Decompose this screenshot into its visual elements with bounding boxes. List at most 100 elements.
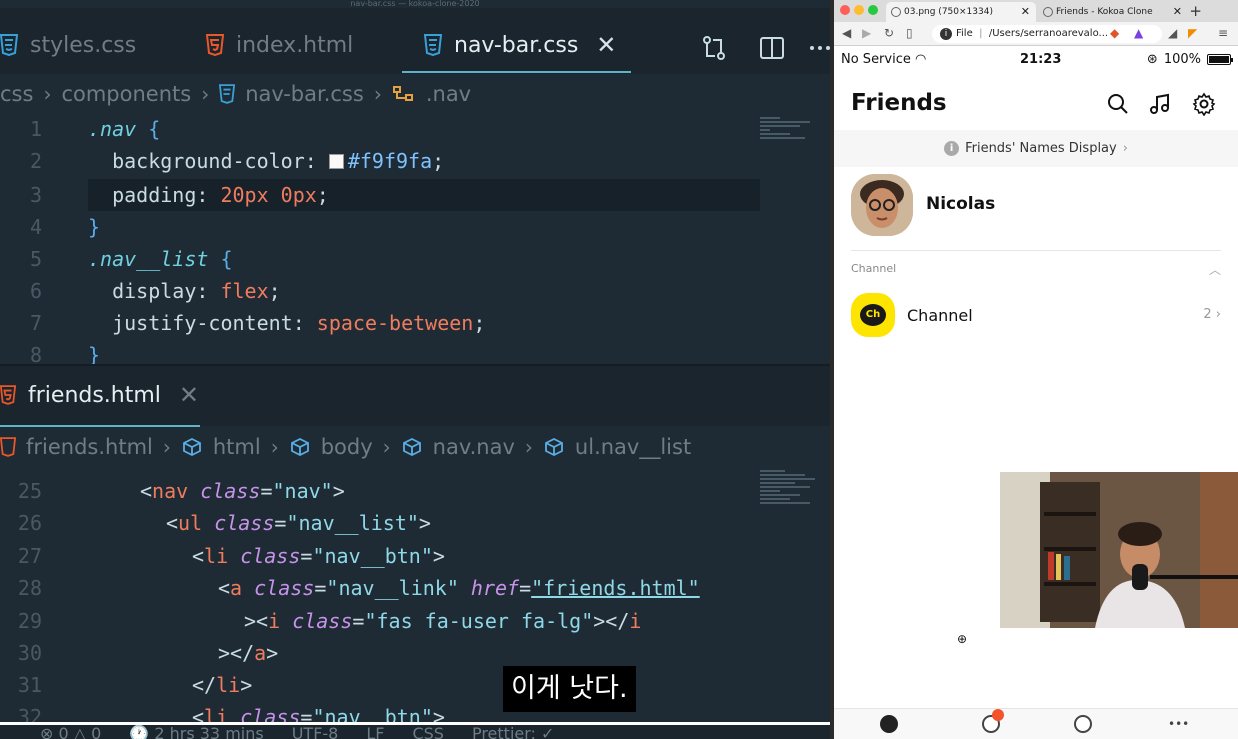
- close-window-button[interactable]: [840, 5, 850, 15]
- code-line: 26 <ul class="nav__list">: [17, 511, 431, 535]
- names-display-bar[interactable]: i Friends' Names Display ›: [834, 130, 1238, 167]
- status-bar: ⊗ 0 △ 0 🕐 2 hrs 33 mins UTF-8 LF CSS Pre…: [0, 722, 830, 739]
- color-swatch[interactable]: [328, 154, 344, 169]
- chevron-right-icon: ›: [162, 435, 171, 459]
- code-line: 6 display: flex;: [29, 279, 281, 303]
- code-line: 27 <li class="nav__btn">: [17, 544, 445, 568]
- music-icon[interactable]: [1148, 92, 1172, 116]
- reload-icon[interactable]: ↻: [884, 26, 894, 40]
- chevron-up-icon[interactable]: ︿: [1209, 261, 1221, 278]
- editor-tab-bar: styles.css index.html nav-bar.css ✕: [0, 8, 830, 74]
- orientation-lock-icon: ⊛: [1146, 52, 1158, 67]
- address-bar[interactable]: i File | /Users/serranoarevalo...: [932, 25, 1162, 43]
- code-editor: nav-bar.css — kokoa-clone-2020 styles.cs…: [0, 0, 830, 739]
- tab-label: nav-bar.css: [454, 32, 579, 58]
- css3-icon: [424, 34, 442, 56]
- webcam-video: [1000, 472, 1238, 628]
- breadcrumb-item[interactable]: nav.nav: [433, 435, 515, 459]
- battery-icon: [1207, 54, 1233, 65]
- gear-icon[interactable]: [1192, 92, 1216, 116]
- cube-icon: [290, 437, 309, 457]
- tab-styles-css[interactable]: styles.css: [0, 16, 136, 74]
- code-line: 3 padding: 20px 0px;: [29, 183, 329, 207]
- css-breadcrumb: css › components › nav-bar.css › .nav: [0, 82, 471, 106]
- channel-count: 2 ›: [1203, 307, 1221, 322]
- friends-header: Friends: [834, 80, 1238, 128]
- zoom-window-button[interactable]: [868, 5, 878, 15]
- status-encoding[interactable]: UTF-8: [292, 725, 339, 739]
- browser-tab-image[interactable]: 03.png (750×1334) ✕: [886, 2, 1036, 22]
- tab-label: Friends - Kokoa Clone: [1056, 7, 1153, 17]
- forward-icon[interactable]: ▶: [862, 26, 871, 40]
- brave-shield-icon[interactable]: ◆: [1110, 26, 1119, 40]
- browser-toolbar: ◀ ▶ ↻ ▯ i File | /Users/serranoarevalo..…: [834, 22, 1238, 46]
- search-tab-icon[interactable]: [1074, 715, 1092, 733]
- browser-tab-strip: 03.png (750×1334) ✕ Friends - Kokoa Clon…: [834, 0, 1238, 22]
- channel-row[interactable]: Ch Channel 2 ›: [851, 293, 1221, 339]
- tab-index-html[interactable]: index.html: [206, 16, 353, 74]
- avatar[interactable]: [851, 174, 913, 236]
- avatar-photo: [851, 174, 913, 236]
- breadcrumb-item[interactable]: nav-bar.css: [245, 82, 364, 106]
- close-icon[interactable]: ✕: [1021, 2, 1030, 22]
- status-problems[interactable]: ⊗ 0 △ 0: [40, 725, 101, 739]
- menu-icon[interactable]: ≡: [1218, 26, 1228, 40]
- selector-icon: [392, 86, 413, 101]
- css-minimap[interactable]: [760, 115, 820, 141]
- globe-icon: [1043, 7, 1053, 17]
- more-actions-icon[interactable]: [806, 34, 830, 62]
- chevron-right-icon: ›: [1215, 307, 1221, 322]
- back-icon[interactable]: ◀: [842, 26, 851, 40]
- window-title: nav-bar.css — kokoa-clone-2020: [350, 0, 480, 8]
- channel-label: Channel: [907, 306, 973, 325]
- split-editor-icon[interactable]: [758, 34, 786, 62]
- bookmark-icon[interactable]: ▯: [906, 26, 913, 40]
- close-icon[interactable]: ✕: [1173, 2, 1182, 22]
- chevron-right-icon: ›: [270, 435, 279, 459]
- breadcrumb-item[interactable]: friends.html: [26, 435, 153, 459]
- status-eol[interactable]: LF: [366, 725, 384, 739]
- tab-friends-html[interactable]: friends.html ✕: [0, 366, 199, 424]
- section-title: Channel: [851, 262, 897, 275]
- globe-icon: [891, 7, 901, 17]
- active-tab-indicator: [402, 71, 631, 73]
- chevron-right-icon: ›: [201, 82, 210, 106]
- breadcrumb-item[interactable]: css: [0, 82, 33, 106]
- divider: [851, 250, 1221, 251]
- chevron-right-icon: ›: [524, 435, 533, 459]
- close-icon[interactable]: ✕: [596, 31, 616, 59]
- browser-tab-friends[interactable]: Friends - Kokoa Clone ✕: [1038, 2, 1188, 22]
- new-tab-button[interactable]: +: [1189, 0, 1202, 22]
- clock: 21:23: [1020, 52, 1062, 67]
- code-line: 5 .nav__list {: [29, 247, 233, 271]
- css3-icon: [219, 84, 236, 104]
- html5-icon: [0, 385, 16, 405]
- code-line: 7 justify-content: space-between;: [29, 311, 486, 335]
- close-icon[interactable]: ✕: [179, 381, 199, 409]
- more-tab-icon[interactable]: •••: [1168, 715, 1189, 733]
- info-icon: i: [944, 141, 960, 156]
- search-icon[interactable]: [1106, 92, 1130, 116]
- breadcrumb-item[interactable]: ul.nav__list: [575, 435, 691, 459]
- friends-tab-icon[interactable]: [880, 715, 898, 733]
- rewards-icon[interactable]: ▲: [1134, 26, 1143, 40]
- breadcrumb-item[interactable]: .nav: [426, 82, 471, 106]
- webcam-overlay: [1000, 472, 1238, 628]
- breadcrumb-item[interactable]: components: [61, 82, 191, 106]
- chevron-right-icon: ›: [373, 82, 382, 106]
- channel-section-header[interactable]: Channel ︿: [851, 262, 1221, 278]
- html-minimap[interactable]: [760, 468, 820, 506]
- git-compare-icon[interactable]: [700, 34, 728, 62]
- extension-icon[interactable]: ◤: [1188, 26, 1197, 40]
- status-prettier[interactable]: Prettier: ✓: [472, 725, 554, 739]
- code-line: 28 <a class="nav__link" href="friends.htm…: [17, 576, 700, 600]
- breadcrumb-item[interactable]: body: [321, 435, 373, 459]
- info-icon[interactable]: i: [940, 28, 952, 40]
- breadcrumb-item[interactable]: html: [213, 435, 261, 459]
- status-time[interactable]: 🕐 2 hrs 33 mins: [129, 725, 263, 739]
- status-language[interactable]: CSS: [412, 725, 443, 739]
- tab-nav-bar-css[interactable]: nav-bar.css ✕: [424, 16, 616, 74]
- extension-icon[interactable]: ◢: [1168, 26, 1177, 40]
- my-profile[interactable]: Nicolas: [851, 172, 1221, 240]
- minimize-window-button[interactable]: [854, 5, 864, 15]
